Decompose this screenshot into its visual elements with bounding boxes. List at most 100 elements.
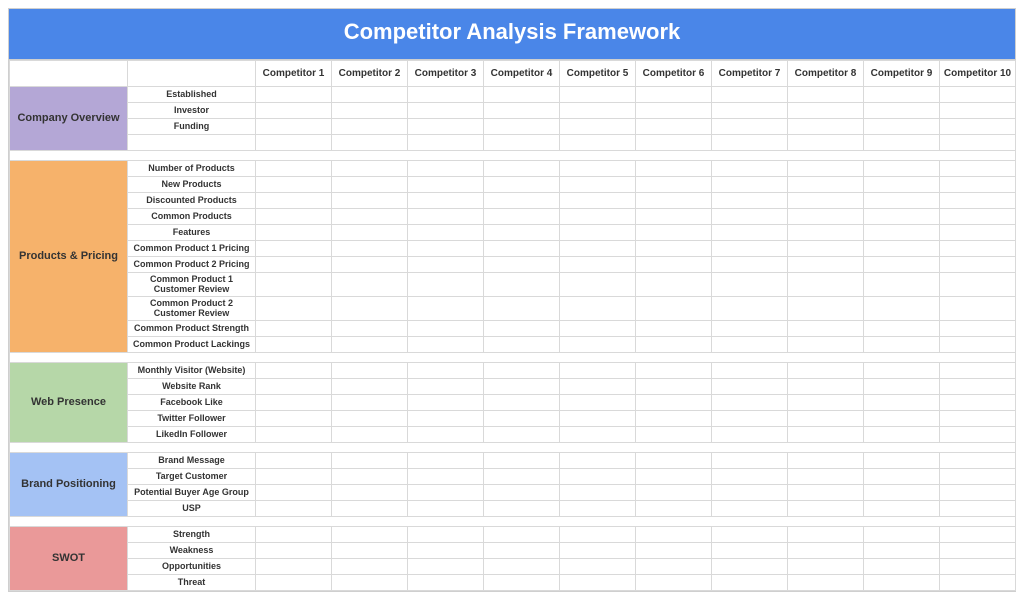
value-cell[interactable] <box>408 321 484 337</box>
value-cell[interactable] <box>408 87 484 103</box>
value-cell[interactable] <box>256 193 332 209</box>
value-cell[interactable] <box>484 177 560 193</box>
value-cell[interactable] <box>864 543 940 559</box>
value-cell[interactable] <box>484 395 560 411</box>
value-cell[interactable] <box>636 411 712 427</box>
value-cell[interactable] <box>332 469 408 485</box>
value-cell[interactable] <box>560 379 636 395</box>
value-cell[interactable] <box>712 501 788 517</box>
value-cell[interactable] <box>560 337 636 353</box>
value-cell[interactable] <box>560 161 636 177</box>
value-cell[interactable] <box>712 103 788 119</box>
value-cell[interactable] <box>408 209 484 225</box>
value-cell[interactable] <box>484 135 560 151</box>
value-cell[interactable] <box>484 161 560 177</box>
value-cell[interactable] <box>560 193 636 209</box>
value-cell[interactable] <box>788 161 864 177</box>
value-cell[interactable] <box>712 411 788 427</box>
value-cell[interactable] <box>788 469 864 485</box>
value-cell[interactable] <box>864 379 940 395</box>
value-cell[interactable] <box>256 177 332 193</box>
value-cell[interactable] <box>864 469 940 485</box>
value-cell[interactable] <box>636 87 712 103</box>
value-cell[interactable] <box>940 453 1016 469</box>
value-cell[interactable] <box>560 321 636 337</box>
value-cell[interactable] <box>712 559 788 575</box>
value-cell[interactable] <box>408 177 484 193</box>
value-cell[interactable] <box>940 575 1016 591</box>
value-cell[interactable] <box>256 337 332 353</box>
value-cell[interactable] <box>864 225 940 241</box>
value-cell[interactable] <box>864 453 940 469</box>
value-cell[interactable] <box>940 103 1016 119</box>
value-cell[interactable] <box>636 527 712 543</box>
value-cell[interactable] <box>484 543 560 559</box>
value-cell[interactable] <box>636 297 712 321</box>
value-cell[interactable] <box>940 297 1016 321</box>
value-cell[interactable] <box>332 543 408 559</box>
value-cell[interactable] <box>788 559 864 575</box>
value-cell[interactable] <box>484 485 560 501</box>
value-cell[interactable] <box>408 363 484 379</box>
value-cell[interactable] <box>408 273 484 297</box>
value-cell[interactable] <box>864 135 940 151</box>
value-cell[interactable] <box>636 501 712 517</box>
value-cell[interactable] <box>408 575 484 591</box>
value-cell[interactable] <box>864 87 940 103</box>
value-cell[interactable] <box>712 273 788 297</box>
value-cell[interactable] <box>560 257 636 273</box>
value-cell[interactable] <box>256 427 332 443</box>
value-cell[interactable] <box>560 363 636 379</box>
value-cell[interactable] <box>940 225 1016 241</box>
value-cell[interactable] <box>788 337 864 353</box>
value-cell[interactable] <box>484 363 560 379</box>
value-cell[interactable] <box>332 193 408 209</box>
value-cell[interactable] <box>940 119 1016 135</box>
value-cell[interactable] <box>560 453 636 469</box>
value-cell[interactable] <box>560 559 636 575</box>
value-cell[interactable] <box>940 87 1016 103</box>
value-cell[interactable] <box>332 527 408 543</box>
value-cell[interactable] <box>864 273 940 297</box>
value-cell[interactable] <box>788 241 864 257</box>
value-cell[interactable] <box>864 177 940 193</box>
value-cell[interactable] <box>408 395 484 411</box>
value-cell[interactable] <box>484 501 560 517</box>
value-cell[interactable] <box>408 427 484 443</box>
value-cell[interactable] <box>940 135 1016 151</box>
value-cell[interactable] <box>560 209 636 225</box>
value-cell[interactable] <box>940 337 1016 353</box>
value-cell[interactable] <box>636 193 712 209</box>
value-cell[interactable] <box>712 575 788 591</box>
value-cell[interactable] <box>560 297 636 321</box>
value-cell[interactable] <box>788 379 864 395</box>
value-cell[interactable] <box>560 395 636 411</box>
value-cell[interactable] <box>940 161 1016 177</box>
value-cell[interactable] <box>636 177 712 193</box>
value-cell[interactable] <box>636 559 712 575</box>
value-cell[interactable] <box>712 395 788 411</box>
value-cell[interactable] <box>864 485 940 501</box>
value-cell[interactable] <box>712 119 788 135</box>
value-cell[interactable] <box>484 241 560 257</box>
value-cell[interactable] <box>332 297 408 321</box>
value-cell[interactable] <box>256 321 332 337</box>
value-cell[interactable] <box>484 87 560 103</box>
value-cell[interactable] <box>408 161 484 177</box>
value-cell[interactable] <box>712 469 788 485</box>
value-cell[interactable] <box>560 411 636 427</box>
value-cell[interactable] <box>864 321 940 337</box>
value-cell[interactable] <box>408 411 484 427</box>
value-cell[interactable] <box>484 379 560 395</box>
value-cell[interactable] <box>712 543 788 559</box>
value-cell[interactable] <box>864 193 940 209</box>
value-cell[interactable] <box>484 225 560 241</box>
value-cell[interactable] <box>712 87 788 103</box>
value-cell[interactable] <box>256 161 332 177</box>
value-cell[interactable] <box>940 209 1016 225</box>
value-cell[interactable] <box>636 225 712 241</box>
value-cell[interactable] <box>940 363 1016 379</box>
value-cell[interactable] <box>940 543 1016 559</box>
value-cell[interactable] <box>332 209 408 225</box>
value-cell[interactable] <box>712 193 788 209</box>
